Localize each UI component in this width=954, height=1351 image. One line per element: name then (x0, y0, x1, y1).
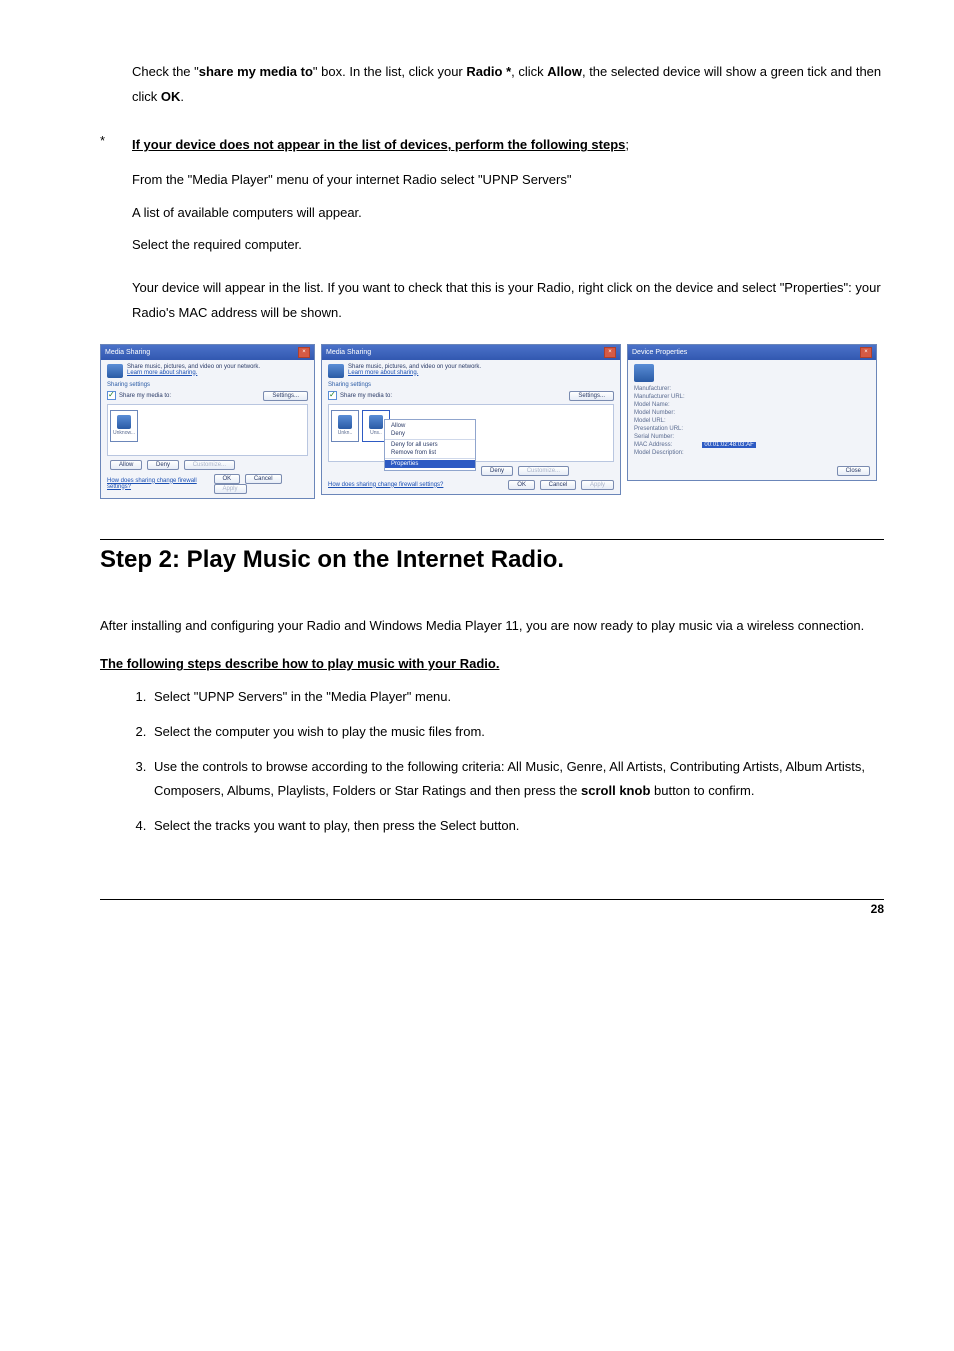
media-sharing-dialog-2: Media Sharing × Share music, pictures, a… (321, 344, 621, 495)
t: If your device does not appear in the li… (132, 137, 625, 152)
library-icon (107, 364, 123, 378)
list-item: Select "UPNP Servers" in the "Media Play… (150, 685, 884, 710)
menu-item-allow[interactable]: Allow (385, 422, 475, 430)
t: button to confirm. (650, 783, 754, 798)
apply-button: Apply (214, 484, 247, 494)
steps-list: Select "UPNP Servers" in the "Media Play… (100, 685, 884, 838)
menu-item-properties[interactable]: Properties (385, 460, 475, 468)
device-label: Unkn.. (338, 430, 352, 436)
ok-button[interactable]: OK (214, 474, 241, 484)
device-label: Uns.. (370, 430, 382, 436)
t: Use the controls to browse according to … (154, 759, 865, 799)
dialog-titlebar: Device Properties × (628, 345, 876, 360)
t: OK (161, 89, 181, 104)
paragraph-ready: After installing and configuring your Ra… (100, 614, 884, 639)
library-icon (328, 364, 344, 378)
prop-label: Model URL: (634, 418, 870, 424)
t: Radio * (466, 64, 511, 79)
section-label: Sharing settings (328, 382, 614, 388)
prop-label: Model Number: (634, 410, 870, 416)
dialog-titlebar: Media Sharing × (101, 345, 314, 360)
step-2-heading: Step 2: Play Music on the Internet Radio… (100, 539, 884, 574)
firewall-link[interactable]: How does sharing change firewall setting… (107, 478, 211, 490)
page-number: 28 (871, 902, 884, 916)
step-line: A list of available computers will appea… (132, 201, 884, 226)
property-list: Manufacturer: Manufacturer URL: Model Na… (634, 386, 870, 456)
menu-item-deny-all[interactable]: Deny for all users (385, 441, 475, 449)
ok-button[interactable]: OK (508, 480, 535, 490)
paragraph-properties: Your device will appear in the list. If … (132, 276, 884, 325)
media-sharing-dialog-1: Media Sharing × Share music, pictures, a… (100, 344, 315, 499)
firewall-link[interactable]: How does sharing change firewall setting… (328, 482, 443, 488)
following-steps-heading: The following steps describe how to play… (100, 656, 884, 671)
t: . (180, 89, 184, 104)
device-tile[interactable]: Unkn.. (331, 410, 359, 442)
context-menu: Allow Deny Deny for all users Remove fro… (384, 419, 476, 471)
allow-button[interactable]: Allow (110, 460, 142, 470)
list-item: Use the controls to browse according to … (150, 755, 884, 804)
close-icon[interactable]: × (298, 347, 310, 358)
t: ; (625, 137, 629, 152)
learn-link[interactable]: Learn more about sharing. (127, 370, 260, 376)
prop-label: Manufacturer URL: (634, 394, 870, 400)
screenshots-row: Media Sharing × Share music, pictures, a… (100, 344, 884, 499)
step-line: Select the required computer. (132, 233, 884, 258)
menu-item-deny[interactable]: Deny (385, 430, 475, 438)
dialog-desc: Share music, pictures, and video on your… (348, 364, 481, 370)
page-footer: 28 (100, 899, 884, 916)
mac-address-value: 00:01:02:48:03:AF (702, 442, 755, 448)
t: scroll knob (581, 783, 650, 798)
customize-button: Customize... (518, 466, 569, 476)
deny-button[interactable]: Deny (481, 466, 513, 476)
t: " box. In the list, click your (313, 64, 466, 79)
asterisk: * (100, 133, 132, 158)
t: Allow (547, 64, 582, 79)
prop-label: Model Description: (634, 450, 870, 456)
close-button[interactable]: Close (837, 466, 870, 476)
step-line: From the "Media Player" menu of your int… (132, 168, 884, 193)
deny-button[interactable]: Deny (147, 460, 179, 470)
prop-label: Presentation URL: (634, 426, 870, 432)
device-icon (338, 415, 352, 429)
t: Check the " (132, 64, 199, 79)
cancel-button[interactable]: Cancel (540, 480, 577, 490)
list-item: Select the computer you wish to play the… (150, 720, 884, 745)
section-label: Sharing settings (107, 382, 308, 388)
prop-label: Model Name: (634, 402, 870, 408)
dialog-title-text: Device Properties (632, 349, 687, 356)
list-item: Select the tracks you want to play, then… (150, 814, 884, 839)
learn-link[interactable]: Learn more about sharing. (348, 370, 481, 376)
close-icon[interactable]: × (860, 347, 872, 358)
device-large-icon (634, 364, 654, 382)
customize-button: Customize... (184, 460, 235, 470)
dialog-desc: Share music, pictures, and video on your… (127, 364, 260, 370)
menu-item-remove[interactable]: Remove from list (385, 449, 475, 457)
settings-button[interactable]: Settings... (263, 391, 308, 401)
t: share my media to (199, 64, 313, 79)
device-label: Unknow... (113, 430, 135, 436)
dialog-titlebar: Media Sharing × (322, 345, 620, 360)
device-properties-dialog: Device Properties × Manufacturer: Manufa… (627, 344, 877, 481)
paragraph-check-box: Check the "share my media to" box. In th… (132, 60, 884, 109)
device-icon (117, 415, 131, 429)
device-missing-heading: If your device does not appear in the li… (132, 133, 629, 158)
checkbox-label: Share my media to: (119, 393, 171, 399)
share-checkbox[interactable] (328, 391, 337, 400)
close-icon[interactable]: × (604, 347, 616, 358)
dialog-title-text: Media Sharing (105, 349, 150, 356)
device-icon (369, 415, 383, 429)
device-tile[interactable]: Unknow... (110, 410, 138, 442)
checkbox-label: Share my media to: (340, 393, 392, 399)
cancel-button[interactable]: Cancel (245, 474, 282, 484)
t: , click (511, 64, 547, 79)
prop-label: Serial Number: (634, 434, 870, 440)
prop-label: MAC Address: (634, 442, 672, 448)
settings-button[interactable]: Settings... (569, 391, 614, 401)
prop-label: Manufacturer: (634, 386, 870, 392)
share-checkbox[interactable] (107, 391, 116, 400)
apply-button: Apply (581, 480, 614, 490)
dialog-title-text: Media Sharing (326, 349, 371, 356)
